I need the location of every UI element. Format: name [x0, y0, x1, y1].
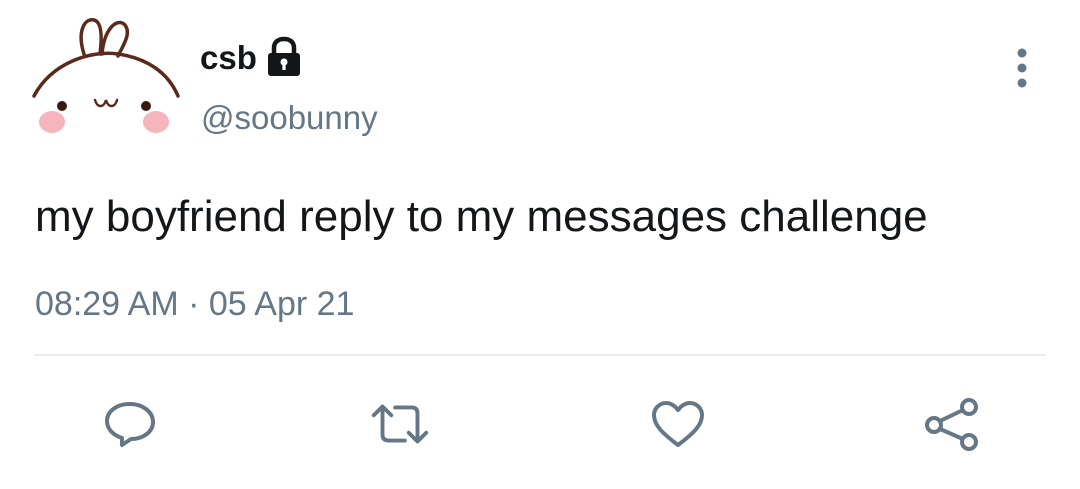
reply-icon [105, 402, 155, 447]
username-handle[interactable]: @soobunny [201, 96, 378, 140]
share-button[interactable] [918, 392, 986, 456]
reply-button[interactable] [96, 392, 164, 456]
tweet-date[interactable]: 05 Apr 21 [209, 285, 355, 323]
display-name[interactable]: csb [200, 36, 257, 80]
like-button[interactable] [644, 392, 712, 456]
bunny-avatar-icon [32, 18, 180, 133]
retweet-button[interactable] [366, 392, 434, 456]
heart-icon [652, 401, 704, 447]
tweet-time[interactable]: 08:29 AM [35, 285, 179, 323]
tweet-timestamp: 08:29 AM · 05 Apr 21 [35, 282, 354, 326]
retweet-icon [371, 404, 429, 444]
more-vertical-icon[interactable] [1004, 44, 1040, 92]
share-icon [925, 398, 978, 451]
divider [34, 354, 1046, 356]
avatar[interactable] [22, 10, 182, 160]
meta-separator: · [188, 285, 200, 323]
tweet-text: my boyfriend reply to my messages challe… [35, 192, 928, 241]
tweet-card: csb @soobunny my boyfriend reply to my m… [0, 0, 1080, 489]
lock-icon [264, 36, 304, 78]
